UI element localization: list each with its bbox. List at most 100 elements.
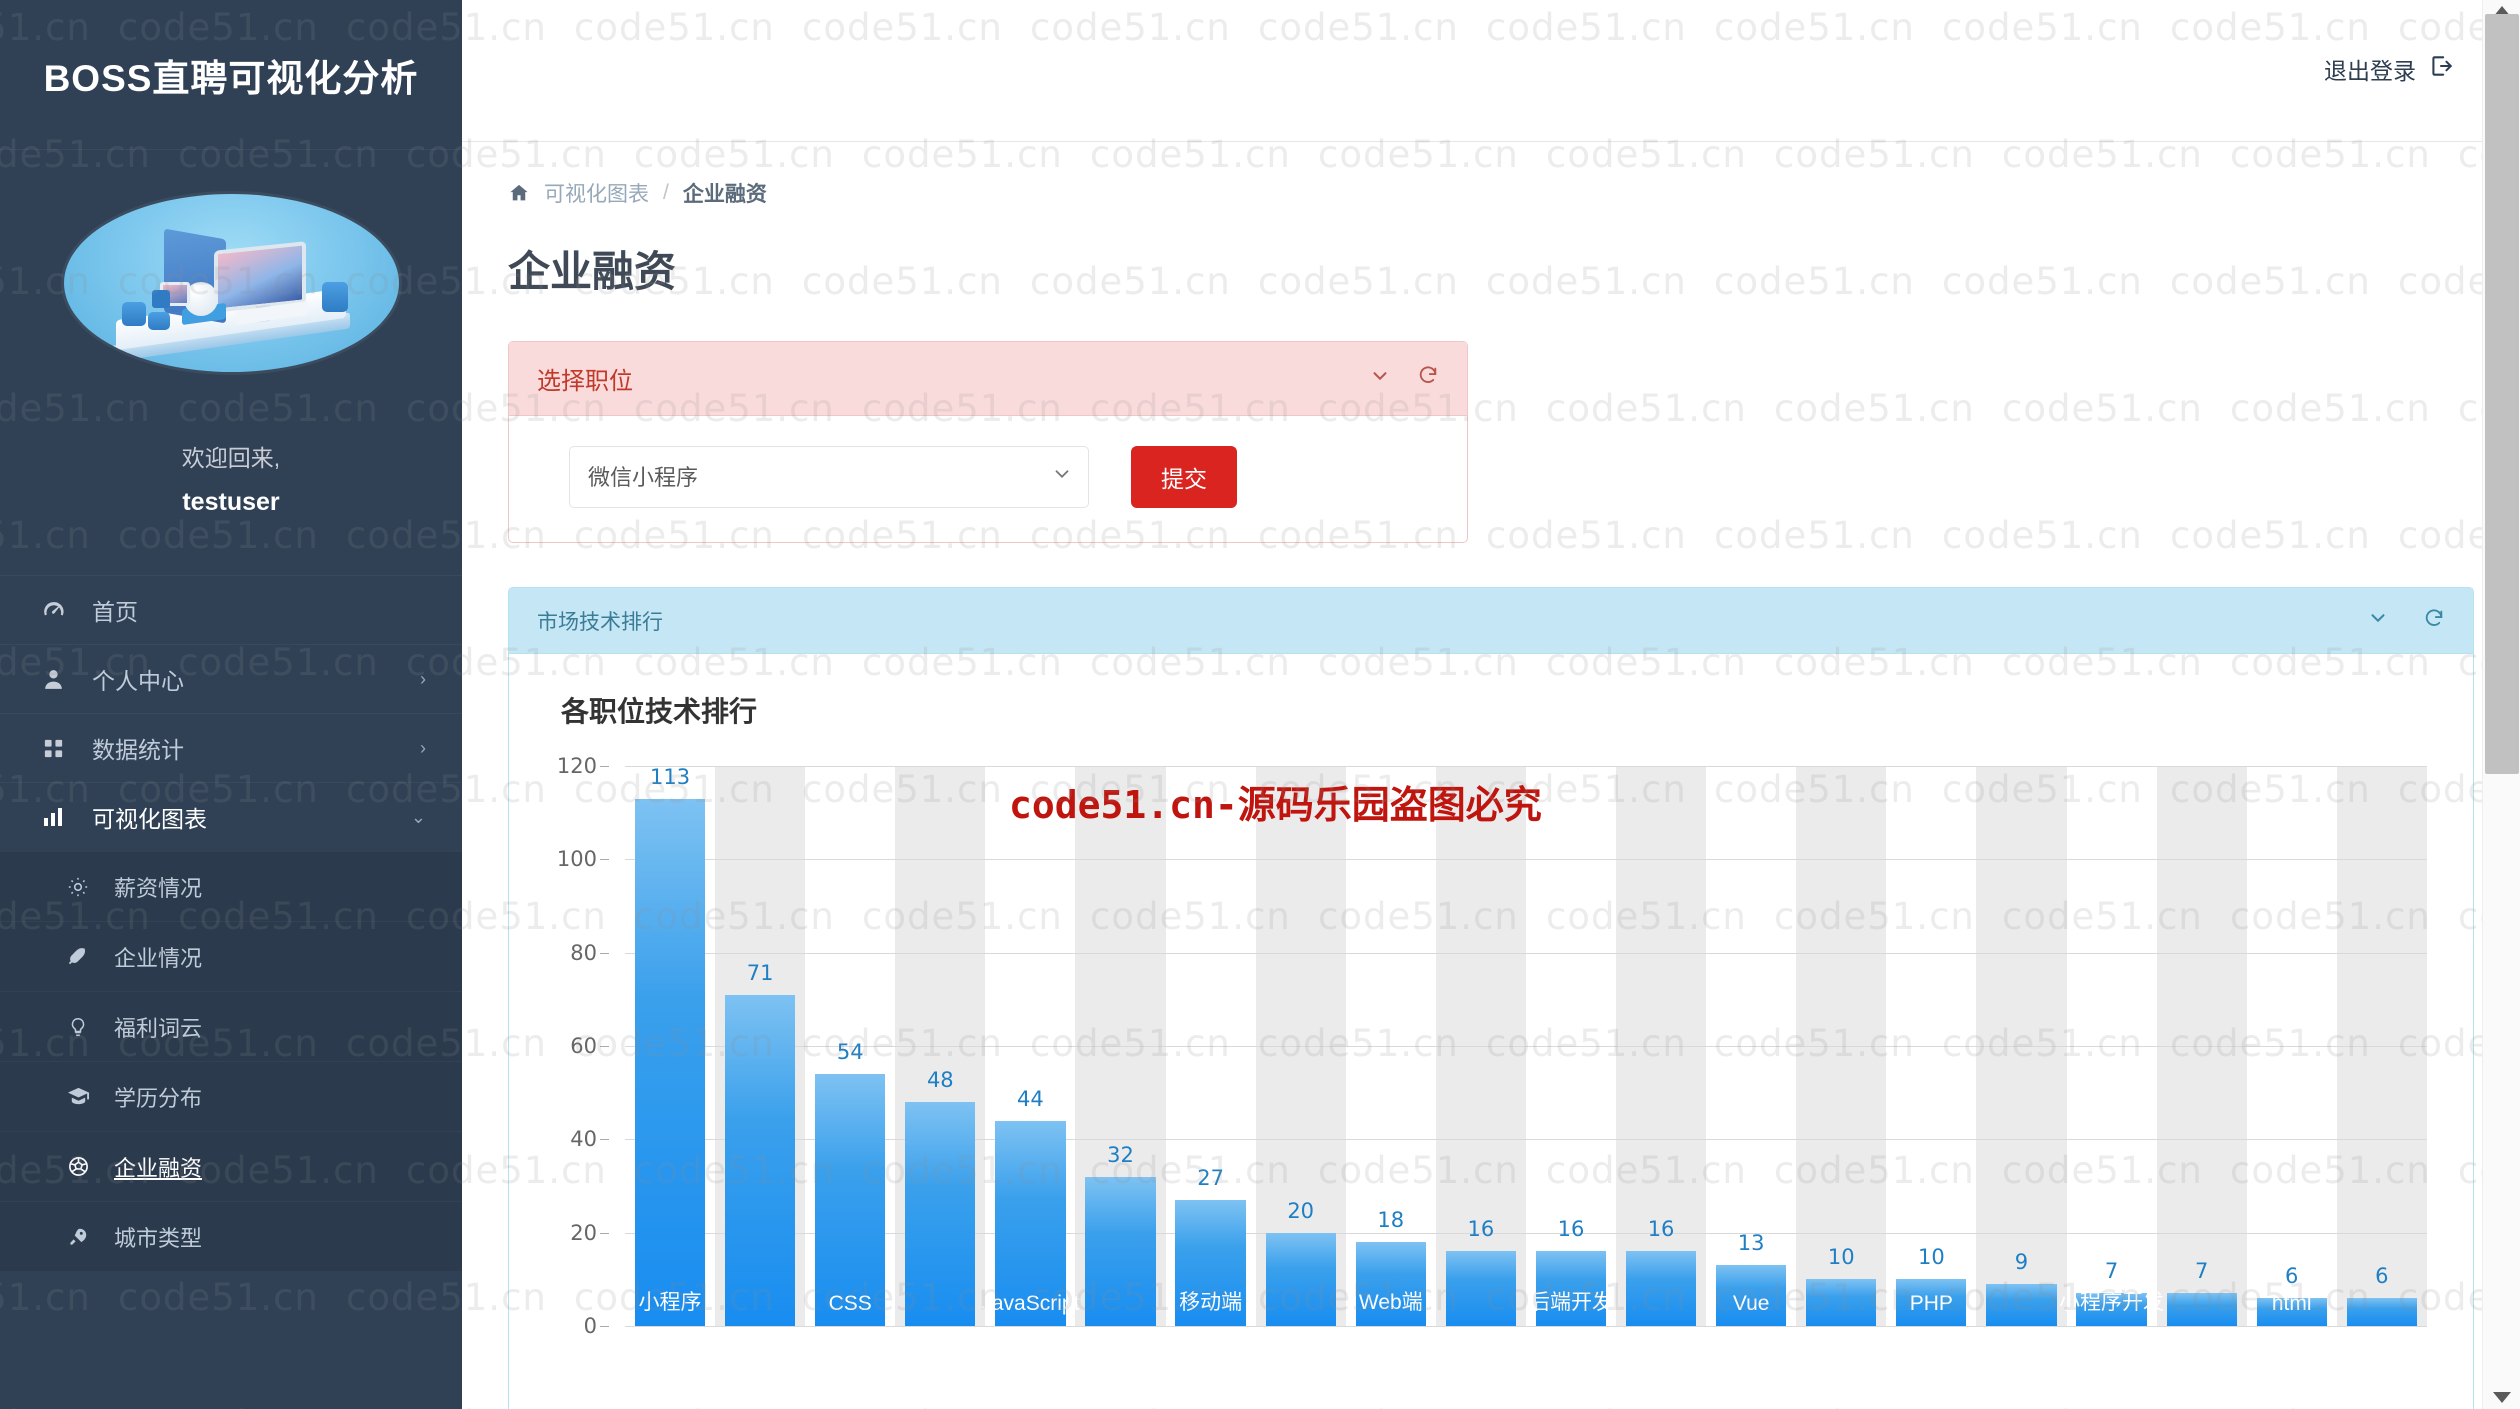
bar-slot[interactable]: 16 [1436,766,1526,1326]
bar[interactable]: 13 Vue [1716,1231,1787,1326]
bar[interactable]: 6 html [2256,1264,2327,1326]
bar-slot[interactable]: 9 [1976,766,2066,1326]
bar-slot[interactable]: 16 [1616,766,1706,1326]
bar[interactable]: 10 PHP [1896,1245,1967,1326]
bar[interactable]: 20 [1265,1199,1336,1326]
graduation-cap-icon [62,1085,94,1108]
bar-value-label: 44 [1017,1086,1044,1111]
bar-value-label: 6 [2375,1264,2389,1288]
y-axis: 0 20 40 60 80 100 120 [539,754,611,1338]
bar-chart: code51.cn-源码乐园盗图必究 0 20 40 60 80 100 120 113 小程… [539,754,2443,1366]
bar-slot[interactable]: 13 Vue [1706,766,1796,1326]
rocket-icon [62,1226,94,1248]
chart-area: 各职位技术排行 code51.cn-源码乐园盗图必究 0 20 40 60 80 100 1… [509,654,2473,1409]
sidebar-subitem-welfare[interactable]: 福利词云 [0,991,462,1061]
sidebar-subitem-salary[interactable]: 薪资情况 [0,851,462,921]
sidebar-item-charts[interactable]: 可视化图表 ⌄ [0,782,462,851]
bar[interactable]: 16 后端开发 [1529,1217,1613,1326]
bar-slot[interactable]: 20 [1256,766,1346,1326]
bar-slot[interactable]: 32 [1075,766,1165,1326]
bar-slot[interactable]: 16 后端开发 [1526,766,1616,1326]
bar-value-label: 48 [926,1068,954,1092]
sidebar-subitem-label: 学历分布 [114,1085,203,1111]
bar[interactable]: 16 [1445,1217,1517,1326]
sidebar-subitem-label: 薪资情况 [114,875,203,901]
breadcrumb-parent[interactable]: 可视化图表 [544,178,649,208]
bar[interactable]: 32 [1085,1143,1156,1326]
refresh-icon[interactable] [1417,364,1439,393]
top-bar: 退出登录 [462,0,2520,142]
bar-slot[interactable]: 6 [2337,766,2427,1326]
sidebar-subitem-citytype[interactable]: 城市类型 [0,1201,462,1271]
bar[interactable]: 54 CSS [815,1040,886,1326]
y-axis-tick: 20 [570,1221,609,1245]
bar-slot[interactable]: 113 小程序 [625,765,715,1326]
sidebar-submenu-charts: 薪资情况 企业情况 福利词云 学历分布 企业融资 城市类型 [0,851,462,1272]
bar-value-label: 16 [1557,1217,1585,1242]
bar-slot[interactable]: 27 移动端 [1166,766,1256,1326]
page-title: 企业融资 [508,248,677,295]
y-axis-tick: 0 [584,1314,609,1338]
logout-button[interactable]: 退出登录 [2324,52,2454,86]
y-axis-tick: 60 [570,1034,609,1058]
sidebar-subitem-financing[interactable]: 企业融资 [0,1131,462,1201]
bar[interactable]: 9 [1986,1250,2057,1326]
scroll-down-arrow-icon[interactable] [2492,1392,2511,1403]
breadcrumb-separator: / [663,181,669,204]
bar-category-label: 后端开发 [1528,1291,1613,1314]
bar-category-label: html [2271,1292,2312,1315]
bar-slot[interactable]: 10 PHP [1886,766,1976,1326]
sidebar-item-statistics[interactable]: 数据统计 › [0,713,462,782]
sidebar-item-home[interactable]: 首页 [0,575,462,644]
submit-button[interactable]: 提交 [1131,446,1237,508]
sidebar-subitem-education[interactable]: 学历分布 [0,1061,462,1131]
logout-icon [2428,53,2454,85]
position-select[interactable]: 微信小程序 [569,446,1089,508]
bar-category-label: Web端 [1358,1291,1423,1314]
bar[interactable]: 16 [1625,1217,1697,1326]
sidebar-subitem-company[interactable]: 企业情况 [0,921,462,991]
bar[interactable]: 10 [1806,1245,1877,1326]
tech-ranking-panel: 市场技术排行 各职位技术排行 code51.cn-源码乐园盗图必究 0 20 40 6… [508,587,2474,1409]
scrollbar-thumb[interactable] [2485,14,2519,774]
chevron-down-icon[interactable] [1369,365,1391,393]
sidebar-item-label: 数据统计 [92,737,184,764]
bar-slot[interactable]: 44 JavaScript [981,766,1079,1326]
chevron-down-icon[interactable] [2367,607,2389,635]
home-icon[interactable] [508,182,530,204]
breadcrumb: 可视化图表 / 企业融资 [462,142,2520,208]
bar-slot[interactable]: 18 Web端 [1346,766,1436,1326]
chart-title: 各职位技术排行 [561,696,758,727]
bar[interactable]: 48 [905,1068,976,1326]
feather-icon [62,946,94,968]
user-icon [36,667,70,692]
bar-slot[interactable]: 7 [2157,766,2247,1326]
bar-slot[interactable]: 48 [895,766,985,1326]
bar-slot[interactable]: 6 html [2247,766,2337,1326]
bar[interactable]: 7 小程序开发 [2059,1259,2164,1326]
bar-value-label: 54 [836,1040,864,1064]
bar-slot[interactable]: 7 小程序开发 [2059,766,2164,1326]
bar-slot[interactable]: 71 [715,766,805,1326]
bar[interactable]: 18 Web端 [1355,1208,1426,1326]
bar-value-label: 7 [2194,1259,2209,1284]
football-icon [62,1155,94,1178]
bar-value-label: 32 [1107,1142,1134,1167]
sidebar-subitem-label: 城市类型 [114,1225,203,1251]
bar[interactable]: 44 JavaScript [981,1087,1079,1326]
workspace-illustration-icon [63,194,399,372]
bar[interactable]: 71 [725,961,796,1326]
bar-slot[interactable]: 54 CSS [805,766,895,1326]
bar[interactable]: 6 [2346,1264,2417,1326]
bar[interactable]: 113 小程序 [634,765,706,1326]
sidebar-item-profile[interactable]: 个人中心 › [0,644,462,713]
vertical-scrollbar[interactable] [2482,0,2520,1409]
bar[interactable]: 7 [2166,1259,2237,1326]
sun-icon [62,876,94,898]
bar[interactable]: 27 移动端 [1175,1166,1246,1326]
chart-bars: 113 小程序 71 54 CSS 48 44 JavaScript 32 27 移动端 20 18 We… [625,765,2427,1326]
refresh-icon[interactable] [2423,607,2445,635]
bar-slot[interactable]: 10 [1796,766,1886,1326]
bar-value-label: 7 [2104,1259,2119,1284]
sidebar: BOSS直聘可视化分析 欢迎回来, testuser 首页 个人中心 › 数据统… [0,0,462,1409]
